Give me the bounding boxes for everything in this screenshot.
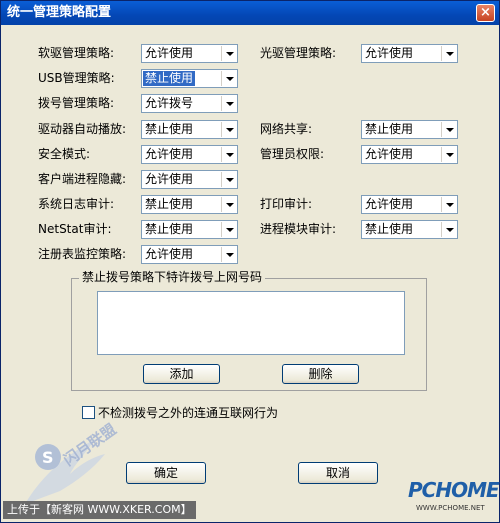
window-title: 统一管理策略配置 bbox=[7, 5, 112, 20]
chevron-down-icon[interactable] bbox=[221, 46, 236, 61]
netstat-audit-label: NetStat审计: bbox=[38, 222, 112, 236]
autoplay-select[interactable]: 禁止使用 bbox=[141, 120, 238, 139]
chevron-down-icon[interactable] bbox=[441, 222, 456, 237]
process-audit-label: 进程模块审计: bbox=[260, 222, 337, 236]
registry-policy-select[interactable]: 允许使用 bbox=[141, 245, 238, 264]
chevron-down-icon[interactable] bbox=[441, 46, 456, 61]
network-share-select[interactable]: 禁止使用 bbox=[361, 120, 458, 139]
chevron-down-icon[interactable] bbox=[441, 147, 456, 162]
chevron-down-icon[interactable] bbox=[221, 147, 236, 162]
no-detect-checkbox-label: 不检测拨号之外的连通互联网行为 bbox=[98, 406, 279, 420]
pchome-logo: PCHOME bbox=[408, 478, 500, 502]
policy-config-window: 统一管理策略配置 × 软驱管理策略: 允许使用 光驱管理策略: 允许使用 USB… bbox=[0, 0, 500, 523]
upload-watermark: 上传于【新客网 WWW.XKER.COM】 bbox=[3, 501, 196, 519]
autoplay-label: 驱动器自动播放: bbox=[38, 122, 127, 136]
chevron-down-icon[interactable] bbox=[221, 222, 236, 237]
safe-mode-select[interactable]: 允许使用 bbox=[141, 145, 238, 164]
admin-rights-select[interactable]: 允许使用 bbox=[361, 145, 458, 164]
pchome-watermark: PCHOME WWW.PCHOME.NET bbox=[398, 474, 500, 520]
netstat-audit-select[interactable]: 禁止使用 bbox=[141, 220, 238, 239]
whitelist-group-title: 禁止拨号策略下特许拨号上网号码 bbox=[79, 269, 266, 285]
cancel-button[interactable]: 取消 bbox=[298, 462, 378, 484]
ok-button[interactable]: 确定 bbox=[126, 462, 206, 484]
add-button[interactable]: 添加 bbox=[143, 364, 220, 384]
registry-policy-label: 注册表监控策略: bbox=[38, 247, 127, 261]
whitelist-number-list[interactable] bbox=[97, 291, 405, 355]
floppy-policy-select[interactable]: 允许使用 bbox=[141, 44, 238, 63]
process-audit-select[interactable]: 禁止使用 bbox=[361, 220, 458, 239]
print-audit-select[interactable]: 允许使用 bbox=[361, 195, 458, 214]
delete-button[interactable]: 删除 bbox=[282, 364, 359, 384]
network-share-label: 网络共享: bbox=[260, 122, 313, 136]
client-hide-select[interactable]: 允许使用 bbox=[141, 170, 238, 189]
chevron-down-icon[interactable] bbox=[221, 247, 236, 262]
chevron-down-icon[interactable] bbox=[441, 197, 456, 212]
usb-policy-select[interactable]: 禁止使用 bbox=[141, 69, 238, 88]
syslog-audit-label: 系统日志审计: bbox=[38, 197, 115, 211]
no-detect-checkbox[interactable] bbox=[82, 406, 95, 419]
close-button[interactable]: × bbox=[476, 4, 495, 22]
cdrom-policy-select[interactable]: 允许使用 bbox=[361, 44, 458, 63]
chevron-down-icon[interactable] bbox=[221, 96, 236, 111]
syslog-audit-select[interactable]: 禁止使用 bbox=[141, 195, 238, 214]
chevron-down-icon[interactable] bbox=[221, 172, 236, 187]
usb-policy-label: USB管理策略: bbox=[38, 71, 115, 85]
cdrom-policy-label: 光驱管理策略: bbox=[260, 46, 337, 60]
svg-text:S: S bbox=[42, 448, 54, 467]
admin-rights-label: 管理员权限: bbox=[260, 147, 325, 161]
chevron-down-icon[interactable] bbox=[221, 197, 236, 212]
pchome-url: WWW.PCHOME.NET bbox=[416, 504, 485, 512]
safe-mode-label: 安全模式: bbox=[38, 147, 91, 161]
floppy-policy-label: 软驱管理策略: bbox=[38, 46, 115, 60]
chevron-down-icon[interactable] bbox=[441, 122, 456, 137]
print-audit-label: 打印审计: bbox=[260, 197, 313, 211]
chevron-down-icon[interactable] bbox=[221, 71, 236, 86]
title-bar: 统一管理策略配置 × bbox=[1, 1, 499, 25]
client-hide-label: 客户端进程隐藏: bbox=[38, 172, 127, 186]
dialup-policy-label: 拨号管理策略: bbox=[38, 96, 115, 110]
chevron-down-icon[interactable] bbox=[221, 122, 236, 137]
dialup-policy-select[interactable]: 允许拨号 bbox=[141, 94, 238, 113]
